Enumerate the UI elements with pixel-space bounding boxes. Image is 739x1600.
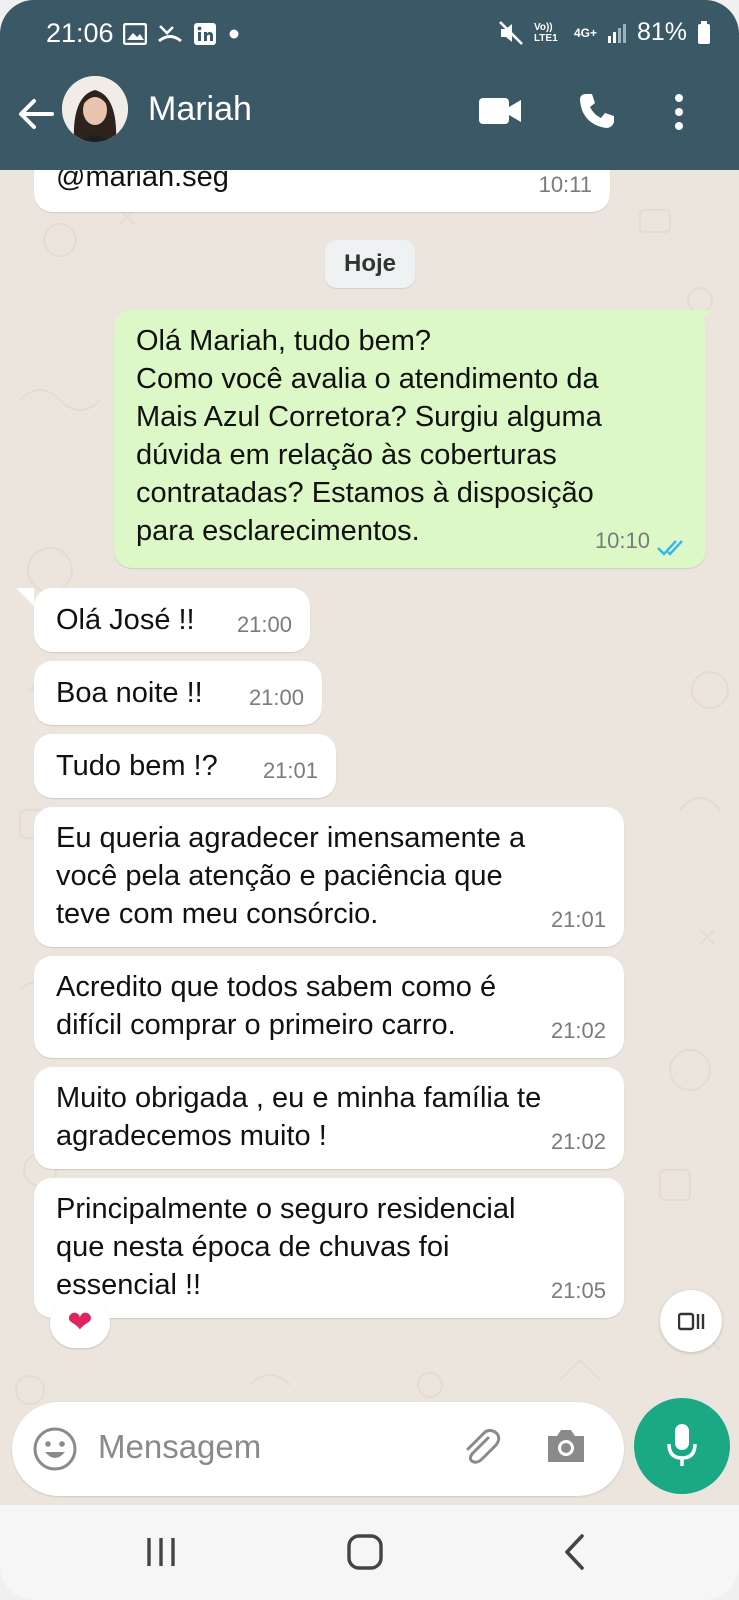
message-bubble-incoming[interactable]: Boa noite !! 21:00 <box>34 661 322 725</box>
voice-record-button[interactable] <box>634 1398 730 1494</box>
back-icon[interactable] <box>562 1533 588 1571</box>
status-time: 21:06 <box>46 18 114 48</box>
message-bubble-incoming[interactable]: Eu queria agradecer imensamente a você p… <box>34 807 624 947</box>
message-bubble-incoming[interactable]: Principalmente o seguro residencial que … <box>34 1178 624 1318</box>
phone-screen: 21:06 Vo)) LTE1 4G+ 81% Mariah @mariah.s… <box>0 0 739 1600</box>
status-right-icons: Vo)) LTE1 4G+ 81% <box>498 18 711 47</box>
heart-icon: ❤ <box>67 1306 93 1339</box>
message-bubble-incoming[interactable]: Olá José !! 21:00 <box>34 588 310 652</box>
more-options-icon[interactable] <box>672 92 686 132</box>
message-text: @mariah.seg <box>56 170 229 193</box>
mic-icon <box>667 1424 697 1466</box>
message-bubble-incoming[interactable]: Acredito que todos sabem como é difícil … <box>34 956 624 1058</box>
message-input-bar: Mensagem <box>12 1402 624 1496</box>
message-time: 21:02 <box>550 1129 606 1154</box>
bubble-tail-incoming <box>16 588 34 606</box>
home-icon[interactable] <box>346 1533 384 1571</box>
volte-text: Vo)) LTE1 <box>533 21 558 44</box>
system-nav-bar <box>0 1505 739 1600</box>
message-time: 21:00 <box>248 685 304 710</box>
message-time: 21:01 <box>550 907 606 932</box>
missed-call-icon <box>158 25 182 43</box>
message-time: 21:01 <box>262 758 318 783</box>
camera-icon[interactable] <box>544 1426 588 1466</box>
message-bubble-outgoing[interactable]: Olá Mariah, tudo bem? Como você avalia o… <box>114 310 706 568</box>
message-time: 21:00 <box>236 612 292 637</box>
back-arrow-icon[interactable] <box>14 92 58 136</box>
message-time: 10:10 <box>595 522 650 560</box>
message-text: Tudo bem !? <box>56 750 218 782</box>
dot-icon <box>229 29 239 39</box>
network-type: 4G+ <box>573 25 597 40</box>
chat-header: Mariah <box>0 72 739 170</box>
scroll-down-button[interactable] <box>660 1290 722 1352</box>
double-check-read-icon <box>657 540 683 556</box>
message-bubble-incoming[interactable]: @mariah.seg 10:11 <box>34 170 610 212</box>
heart-reaction[interactable]: ❤ <box>50 1298 110 1348</box>
message-text: Olá José !! <box>56 604 195 636</box>
message-time: 10:11 <box>538 172 592 197</box>
message-text: Boa noite !! <box>56 677 203 709</box>
recent-apps-icon[interactable] <box>144 1535 178 1569</box>
message-text: Muito obrigada , eu e minha família te a… <box>56 1082 542 1152</box>
battery-icon <box>698 20 710 44</box>
chevron-down-icon <box>678 1312 705 1331</box>
video-call-icon[interactable] <box>478 96 522 126</box>
mute-icon <box>499 20 523 45</box>
message-text: Olá Mariah, tudo bem? Como você avalia o… <box>136 325 602 547</box>
contact-avatar[interactable] <box>62 76 128 142</box>
message-text: Principalmente o seguro residencial que … <box>56 1193 516 1301</box>
contact-name[interactable]: Mariah <box>148 90 252 129</box>
message-input[interactable]: Mensagem <box>98 1428 261 1466</box>
message-text: Acredito que todos sabem como é difícil … <box>56 971 497 1041</box>
phone-call-icon[interactable] <box>578 92 616 130</box>
gallery-icon <box>123 23 147 45</box>
emoji-icon[interactable] <box>32 1426 78 1472</box>
message-bubble-incoming[interactable]: Muito obrigada , eu e minha família te a… <box>34 1067 624 1169</box>
date-divider: Hoje <box>325 240 415 288</box>
linkedin-icon <box>194 23 216 45</box>
status-left-icons <box>123 22 241 46</box>
message-time: 21:05 <box>550 1278 606 1303</box>
top-bar: 21:06 Vo)) LTE1 4G+ 81% Mariah <box>0 0 739 170</box>
message-time-value: 10:10 <box>594 528 650 553</box>
avatar-portrait <box>62 76 128 142</box>
signal-icon <box>607 23 626 43</box>
battery-level: 81% <box>636 18 687 46</box>
chat-area[interactable]: @mariah.seg 10:11 Hoje Olá Mariah, tudo … <box>0 170 739 1405</box>
message-bubble-incoming[interactable]: Tudo bem !? 21:01 <box>34 734 336 798</box>
status-bar: 21:06 Vo)) LTE1 4G+ 81% <box>0 0 739 72</box>
attach-icon[interactable] <box>458 1424 504 1470</box>
volte-label: Vo)) LTE1 <box>534 22 564 44</box>
message-text: Eu queria agradecer imensamente a você p… <box>56 822 526 930</box>
message-time: 21:02 <box>550 1018 606 1043</box>
